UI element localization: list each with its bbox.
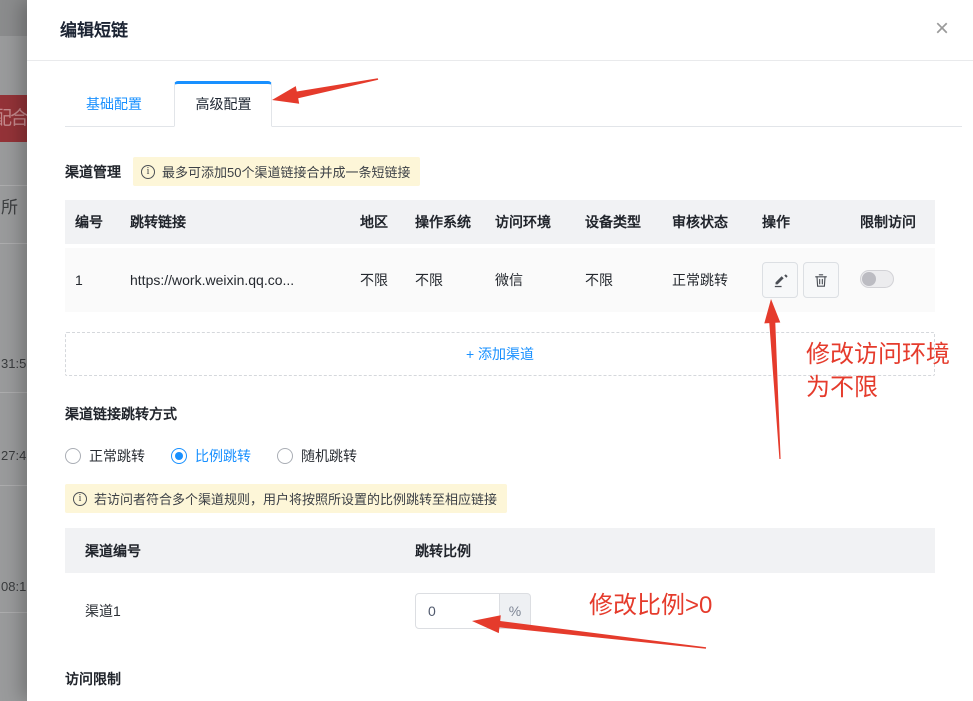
col-jump-ratio: 跳转比例	[415, 541, 935, 561]
config-tabs: 基础配置 高级配置	[65, 81, 935, 127]
channel-management-heading: 渠道管理	[65, 162, 121, 182]
close-icon[interactable]: ×	[925, 0, 959, 61]
trash-icon	[813, 272, 829, 289]
modal-body: 基础配置 高级配置 渠道管理 i 最多可添加50个渠道链接合并成一条短链接 编号…	[27, 61, 973, 689]
delete-channel-button[interactable]	[803, 262, 839, 298]
percent-suffix: %	[500, 593, 531, 629]
row-status: 正常跳转	[672, 270, 762, 290]
background-divider	[0, 485, 27, 486]
radio-normal-jump[interactable]: 正常跳转	[65, 446, 145, 466]
dimmed-background: 配合 所 31:5 27:4 08:1	[0, 0, 27, 701]
ratio-note-wrap: i 若访问者符合多个渠道规则，用户将按照所设置的比例跳转至相应链接	[65, 484, 935, 513]
background-fragment: 27:4	[1, 448, 26, 463]
row-url: https://work.weixin.qq.co...	[130, 272, 360, 288]
background-topbar	[0, 0, 27, 36]
col-actions: 操作	[762, 212, 860, 232]
tab-advanced-config[interactable]: 高级配置	[174, 81, 272, 127]
col-restrict: 限制访问	[860, 212, 935, 232]
radio-icon	[65, 448, 81, 464]
ratio-rule-note-text: 若访问者符合多个渠道规则，用户将按照所设置的比例跳转至相应链接	[94, 489, 497, 508]
channel-limit-note-text: 最多可添加50个渠道链接合并成一条短链接	[162, 162, 410, 181]
row-os: 不限	[415, 270, 495, 290]
radio-icon	[277, 448, 293, 464]
info-icon: i	[141, 165, 155, 179]
background-fragment: 所	[1, 193, 18, 218]
channel-table-row: 1 https://work.weixin.qq.co... 不限 不限 微信 …	[65, 248, 935, 312]
ratio-input[interactable]	[415, 593, 500, 629]
ratio-table-header: 渠道编号 跳转比例	[65, 528, 935, 573]
row-region: 不限	[360, 270, 415, 290]
toggle-knob	[862, 272, 876, 286]
col-channel-number: 渠道编号	[85, 541, 415, 561]
radio-ratio-jump[interactable]: 比例跳转	[171, 446, 251, 466]
col-region: 地区	[360, 212, 415, 232]
row-env: 微信	[495, 270, 585, 290]
background-divider	[0, 185, 27, 186]
tab-basic-config[interactable]: 基础配置	[65, 81, 163, 127]
channel-management-section: 渠道管理 i 最多可添加50个渠道链接合并成一条短链接	[65, 157, 935, 186]
radio-label: 比例跳转	[195, 446, 251, 466]
background-divider	[0, 243, 27, 244]
ratio-table: 渠道编号 跳转比例 渠道1 %	[65, 528, 935, 647]
edit-channel-button[interactable]	[762, 262, 798, 298]
radio-label: 正常跳转	[89, 446, 145, 466]
channel-limit-note: i 最多可添加50个渠道链接合并成一条短链接	[133, 157, 420, 186]
channel-table: 编号 跳转链接 地区 操作系统 访问环境 设备类型 审核状态 操作 限制访问 1…	[65, 200, 935, 312]
modal-title: 编辑短链	[60, 21, 128, 40]
edit-shortlink-modal: 编辑短链 × 基础配置 高级配置 渠道管理 i 最多可添加50个渠道链接合并成一…	[27, 0, 973, 701]
radio-icon-selected	[171, 448, 187, 464]
background-red-button: 配合	[0, 95, 27, 142]
access-limit-heading: 访问限制	[65, 669, 935, 689]
background-divider	[0, 612, 27, 613]
row-actions	[762, 262, 860, 298]
restrict-cell	[860, 270, 935, 291]
ratio-input-group: %	[415, 593, 531, 629]
col-jump-link: 跳转链接	[130, 212, 360, 232]
row-device: 不限	[585, 270, 672, 290]
pencil-icon	[772, 272, 789, 289]
background-fragment: 08:1	[1, 579, 26, 594]
modal-header: 编辑短链 ×	[27, 0, 973, 61]
ratio-rule-note: i 若访问者符合多个渠道规则，用户将按照所设置的比例跳转至相应链接	[65, 484, 507, 513]
background-fragment: 配合	[0, 108, 27, 129]
radio-label: 随机跳转	[301, 446, 357, 466]
channel-table-header: 编号 跳转链接 地区 操作系统 访问环境 设备类型 审核状态 操作 限制访问	[65, 200, 935, 244]
col-os: 操作系统	[415, 212, 495, 232]
jump-method-heading: 渠道链接跳转方式	[65, 404, 935, 424]
ratio-row-channel: 渠道1	[85, 601, 415, 621]
radio-random-jump[interactable]: 随机跳转	[277, 446, 357, 466]
ratio-table-row: 渠道1 %	[65, 573, 935, 647]
row-number: 1	[75, 272, 130, 288]
restrict-access-toggle[interactable]	[860, 270, 894, 288]
jump-method-options: 正常跳转 比例跳转 随机跳转	[65, 446, 935, 466]
col-env: 访问环境	[495, 212, 585, 232]
col-number: 编号	[75, 212, 130, 232]
col-device: 设备类型	[585, 212, 672, 232]
background-fragment: 31:5	[1, 356, 26, 371]
info-icon: i	[73, 492, 87, 506]
add-channel-button[interactable]: + 添加渠道	[65, 332, 935, 376]
col-status: 审核状态	[672, 212, 762, 232]
background-divider	[0, 392, 27, 393]
